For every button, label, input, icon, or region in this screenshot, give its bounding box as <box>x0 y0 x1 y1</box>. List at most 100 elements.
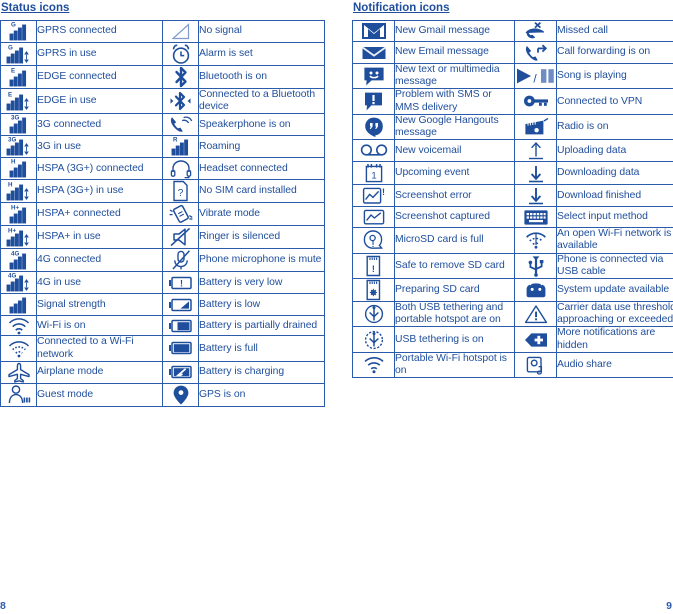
icon-cell <box>352 326 395 353</box>
wifi-connected-icon <box>7 339 31 358</box>
icon-cell <box>162 315 199 337</box>
icon-cell <box>514 326 557 353</box>
system-update-icon <box>523 281 549 300</box>
sms-problem-icon <box>363 91 384 112</box>
icon-cell <box>352 113 395 141</box>
icon-cell: H <box>0 157 37 181</box>
sd-card-safe-remove-icon: ! <box>364 255 383 277</box>
table-row: Preparing SD card System update available <box>352 278 673 303</box>
icon-label-cell: New Google Hangouts message <box>394 113 515 141</box>
icon-cell: / <box>514 62 557 90</box>
table-row: ! Safe to remove SD card Phone is connect… <box>352 252 673 280</box>
song-playing-icon: / <box>515 66 557 86</box>
icon-cell <box>162 360 199 384</box>
table-row: E EDGE connected Bluetooth is on <box>0 65 325 89</box>
table-row: Airplane mode Battery is charging <box>0 360 325 384</box>
icon-label-cell: HSPA (3G+) in use <box>36 179 163 204</box>
vpn-icon <box>522 94 550 108</box>
status-icons-table: G GPRS connected No signal G GPRS in use Alar… <box>0 20 325 407</box>
icon-cell <box>162 65 199 89</box>
icon-label-cell: New Email message <box>394 41 515 64</box>
icon-label-cell: HSPA+ in use <box>36 225 163 250</box>
table-row: New voicemail Uploading data <box>352 139 673 163</box>
svg-text:!: ! <box>372 264 375 274</box>
icon-label-cell: EDGE connected <box>36 65 163 89</box>
signal-gprs-in-use-icon: G <box>6 44 31 65</box>
icon-label-cell: Call forwarding is on <box>556 41 673 64</box>
icon-cell <box>514 351 557 379</box>
icon-label-cell: Audio share <box>556 351 673 379</box>
icon-cell <box>514 184 557 208</box>
table-row: Screenshot captured Select input method <box>352 206 673 229</box>
icon-label-cell: USB tethering is on <box>394 326 515 353</box>
signal-hspaplus-connected-icon: H+ <box>9 204 28 225</box>
microsd-full-icon: ! <box>362 229 386 251</box>
icon-label-cell: Downloading data <box>556 161 673 186</box>
icon-label-cell: EDGE in use <box>36 87 163 115</box>
screenshot-error-icon: ! <box>362 186 386 206</box>
icon-cell <box>514 41 557 64</box>
icon-label-cell: Guest mode <box>36 382 163 407</box>
table-row: G GPRS in use Alarm is set <box>0 42 325 66</box>
portable-hotspot-icon <box>362 355 386 375</box>
headset-icon <box>169 158 193 179</box>
icon-cell: H+ <box>0 202 37 227</box>
signal-edge-in-use-icon: E <box>6 91 31 112</box>
icon-label-cell: Headset connected <box>198 157 325 181</box>
microphone-mute-icon <box>170 249 192 271</box>
icon-label-cell: Speakerphone is on <box>198 113 325 137</box>
icon-cell <box>514 301 557 328</box>
speakerphone-icon <box>168 114 193 135</box>
icon-cell: E <box>0 65 37 89</box>
icon-cell: ? <box>162 179 199 204</box>
table-row: Wi-Fi is on Battery is partially drained <box>0 315 325 337</box>
icon-cell: G <box>0 20 37 43</box>
status-icons-column: Status icons G GPRS connected No signal G GP… <box>0 0 325 407</box>
table-row: H HSPA (3G+) in use? No SIM card installed <box>0 179 325 204</box>
svg-text:G: G <box>11 22 16 29</box>
svg-text:/: / <box>533 72 537 86</box>
icon-label-cell: GPRS in use <box>36 42 163 66</box>
airplane-mode-icon <box>7 362 31 383</box>
icon-cell <box>352 301 395 328</box>
icon-cell <box>514 139 557 163</box>
icon-label-cell: Carrier data use threshold approaching o… <box>556 301 673 328</box>
table-row: Portable Wi-Fi hotspot is on Audio share <box>352 351 673 379</box>
table-row: 1 Upcoming event Downloading data <box>352 161 673 186</box>
icon-label-cell: New text or multimedia message <box>394 62 515 90</box>
icon-cell <box>162 157 199 181</box>
icon-label-cell: No SIM card installed <box>198 179 325 204</box>
table-row: 3G 3G connected Speakerphone is on <box>0 113 325 137</box>
icon-label-cell: Phone microphone is mute <box>198 248 325 273</box>
svg-text:1: 1 <box>371 171 376 182</box>
icon-label-cell: Alarm is set <box>198 42 325 66</box>
signal-hspa-connected-icon: H <box>9 158 28 179</box>
sd-card-preparing-icon <box>364 279 383 301</box>
icon-cell <box>162 382 199 407</box>
sms-mms-icon <box>362 66 386 87</box>
icon-cell <box>352 278 395 303</box>
table-row: E EDGE in use Connected to a Bluetooth dev… <box>0 87 325 115</box>
icon-label-cell: 3G in use <box>36 135 163 159</box>
signal-gprs-connected-icon: G <box>9 21 28 42</box>
radio-icon <box>523 117 549 137</box>
icon-cell: 1 <box>352 161 395 186</box>
table-row: ! MicroSD card is full An open Wi-Fi netwo… <box>352 227 673 254</box>
svg-text:?: ? <box>178 188 184 199</box>
table-row: ! Screenshot error Download finished <box>352 184 673 208</box>
table-row: H HSPA (3G+) connected Headset connected <box>0 157 325 181</box>
roaming-icon: R <box>171 136 190 157</box>
icon-label-cell: MicroSD card is full <box>394 227 515 254</box>
icon-cell <box>352 206 395 229</box>
icon-label-cell: Battery is very low <box>198 271 325 295</box>
icon-label-cell: Song is playing <box>556 62 673 90</box>
table-row: Connected to a Wi-Fi network Battery is … <box>0 335 325 362</box>
vibrate-mode-icon <box>168 203 194 225</box>
icon-cell <box>0 382 37 407</box>
icon-cell: 4G <box>0 248 37 273</box>
icon-cell: ! <box>352 227 395 254</box>
notification-icons-title: Notification icons <box>353 2 450 14</box>
icon-cell: 3G <box>0 113 37 137</box>
table-row: Signal strength Battery is low <box>0 293 325 317</box>
icon-label-cell: HSPA+ connected <box>36 202 163 227</box>
